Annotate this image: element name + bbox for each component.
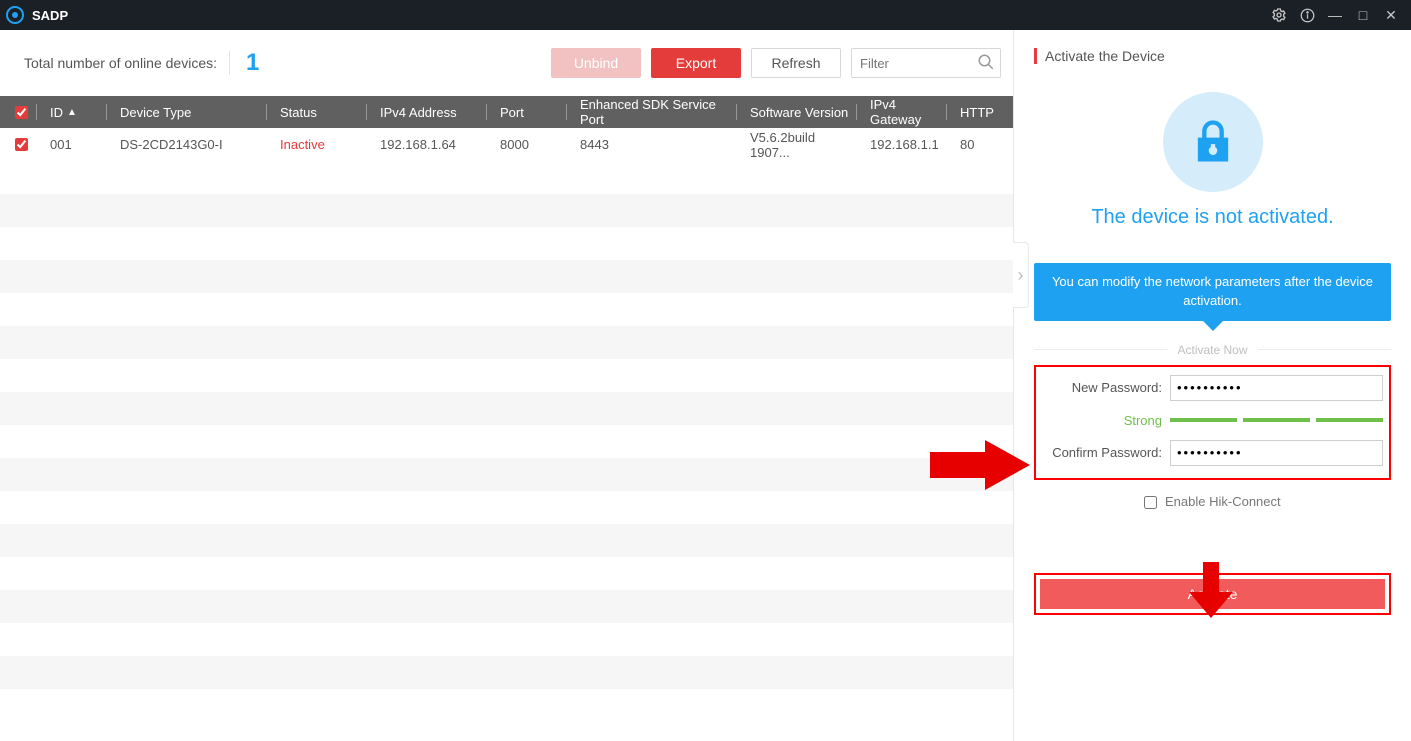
cell-status: Inactive <box>266 137 366 152</box>
col-enhanced-sdk-port[interactable]: Enhanced SDK Service Port <box>566 96 736 128</box>
not-activated-text: The device is not activated. <box>1034 206 1391 229</box>
cell-id: 001 <box>36 137 106 152</box>
toolbar: Total number of online devices: 1 Unbind… <box>0 30 1013 96</box>
cell-device-type: DS-2CD2143G0-I <box>106 137 266 152</box>
refresh-button[interactable]: Refresh <box>751 48 841 78</box>
cell-http: 80 <box>946 137 1006 152</box>
settings-icon[interactable] <box>1265 1 1293 29</box>
confirm-password-label: Confirm Password: <box>1042 445 1162 460</box>
device-list-area: Total number of online devices: 1 Unbind… <box>0 30 1013 741</box>
info-icon[interactable] <box>1293 1 1321 29</box>
app-logo-icon <box>6 6 24 24</box>
table-header: ID▲ Device Type Status IPv4 Address Port… <box>0 96 1013 128</box>
collapse-handle[interactable] <box>1013 242 1029 308</box>
col-status[interactable]: Status <box>266 96 366 128</box>
title-bar: SADP — □ ✕ <box>0 0 1411 30</box>
table-body: 001 DS-2CD2143G0-I Inactive 192.168.1.64… <box>0 128 1013 741</box>
new-password-label: New Password: <box>1042 380 1162 395</box>
activate-now-divider: Activate Now <box>1034 343 1391 357</box>
activation-hint: You can modify the network parameters af… <box>1034 263 1391 321</box>
col-port[interactable]: Port <box>486 96 566 128</box>
minimize-button[interactable]: — <box>1321 1 1349 29</box>
cell-version: V5.6.2build 1907... <box>736 130 856 160</box>
confirm-password-input[interactable] <box>1170 440 1383 466</box>
select-all-checkbox[interactable] <box>15 106 28 119</box>
enable-hik-connect-label: Enable Hik-Connect <box>1165 494 1281 509</box>
activate-device-panel: Activate the Device The device is not ac… <box>1013 30 1411 741</box>
sort-asc-icon: ▲ <box>67 107 77 118</box>
close-button[interactable]: ✕ <box>1377 1 1405 29</box>
col-ipv4-gateway[interactable]: IPv4 Gateway <box>856 96 946 128</box>
row-checkbox[interactable] <box>15 138 28 151</box>
cell-gateway: 192.168.1.1 <box>856 137 946 152</box>
col-software-version[interactable]: Software Version <box>736 96 856 128</box>
annotation-arrow-right <box>930 440 1030 490</box>
password-strength-label: Strong <box>1042 413 1162 428</box>
search-icon <box>977 53 995 76</box>
unbind-button[interactable]: Unbind <box>551 48 641 78</box>
cell-ip: 192.168.1.64 <box>366 137 486 152</box>
cell-port: 8000 <box>486 137 566 152</box>
password-strength-bar <box>1170 418 1383 422</box>
panel-title: Activate the Device <box>1034 48 1391 64</box>
lock-icon <box>1163 92 1263 192</box>
new-password-input[interactable] <box>1170 375 1383 401</box>
col-id[interactable]: ID▲ <box>36 96 106 128</box>
table-row[interactable]: 001 DS-2CD2143G0-I Inactive 192.168.1.64… <box>0 128 1013 161</box>
enable-hik-connect-checkbox[interactable] <box>1144 496 1157 509</box>
cell-sdk-port: 8443 <box>566 137 736 152</box>
app-name: SADP <box>32 8 68 23</box>
annotation-arrow-down <box>1189 562 1233 618</box>
col-device-type[interactable]: Device Type <box>106 96 266 128</box>
password-frame: New Password: Strong Confirm Password: <box>1034 365 1391 480</box>
col-http[interactable]: HTTP <box>946 96 1006 128</box>
col-ipv4-address[interactable]: IPv4 Address <box>366 96 486 128</box>
export-button[interactable]: Export <box>651 48 741 78</box>
total-devices-count: 1 <box>246 49 259 77</box>
total-devices-label: Total number of online devices: <box>24 55 217 71</box>
maximize-button[interactable]: □ <box>1349 1 1377 29</box>
